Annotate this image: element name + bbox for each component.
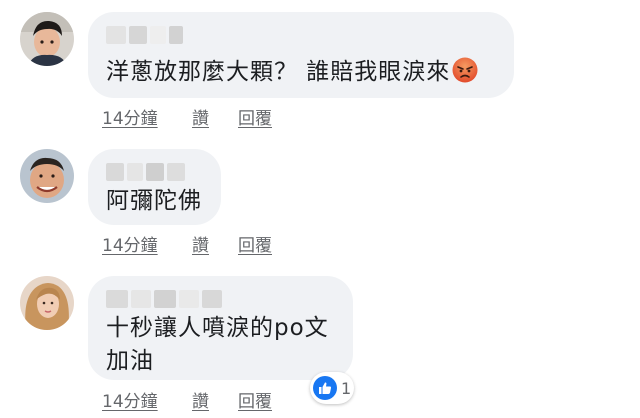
reaction-count: 1	[341, 378, 352, 398]
blurred-username	[106, 290, 222, 308]
reply-button[interactable]: 回覆	[238, 231, 272, 256]
reply-button[interactable]: 回覆	[238, 104, 272, 129]
comment-actions: 14分鐘 讚 回覆	[102, 387, 272, 412]
reply-button[interactable]: 回覆	[238, 387, 272, 412]
comment-text: 阿彌陀佛	[106, 188, 202, 214]
comment-bubble: 洋蔥放那麼大顆？ 誰賠我眼淚來	[88, 12, 514, 98]
avatar[interactable]	[20, 276, 74, 330]
comment-bubble: 十秒讓人噴淚的po文 加油	[88, 276, 353, 380]
avatar[interactable]	[20, 149, 74, 203]
timestamp-link[interactable]: 14分鐘	[102, 387, 192, 412]
comment-bubble: 阿彌陀佛	[88, 149, 221, 225]
like-icon	[313, 376, 337, 400]
avatar[interactable]	[20, 12, 74, 66]
like-button[interactable]: 讚	[192, 387, 238, 412]
blurred-username	[106, 163, 185, 181]
angry-face-icon	[452, 57, 478, 83]
comment-actions: 14分鐘 讚 回覆	[102, 104, 272, 129]
blurred-username	[106, 26, 183, 44]
comment-text: 洋蔥放那麼大顆？ 誰賠我眼淚來	[106, 59, 451, 85]
comment-text: 十秒讓人噴淚的po文 加油	[106, 315, 329, 374]
timestamp-link[interactable]: 14分鐘	[102, 231, 192, 256]
reaction-summary[interactable]: 1	[310, 372, 354, 404]
like-button[interactable]: 讚	[192, 104, 238, 129]
like-button[interactable]: 讚	[192, 231, 238, 256]
timestamp-link[interactable]: 14分鐘	[102, 104, 192, 129]
comment-actions: 14分鐘 讚 回覆	[102, 231, 272, 256]
